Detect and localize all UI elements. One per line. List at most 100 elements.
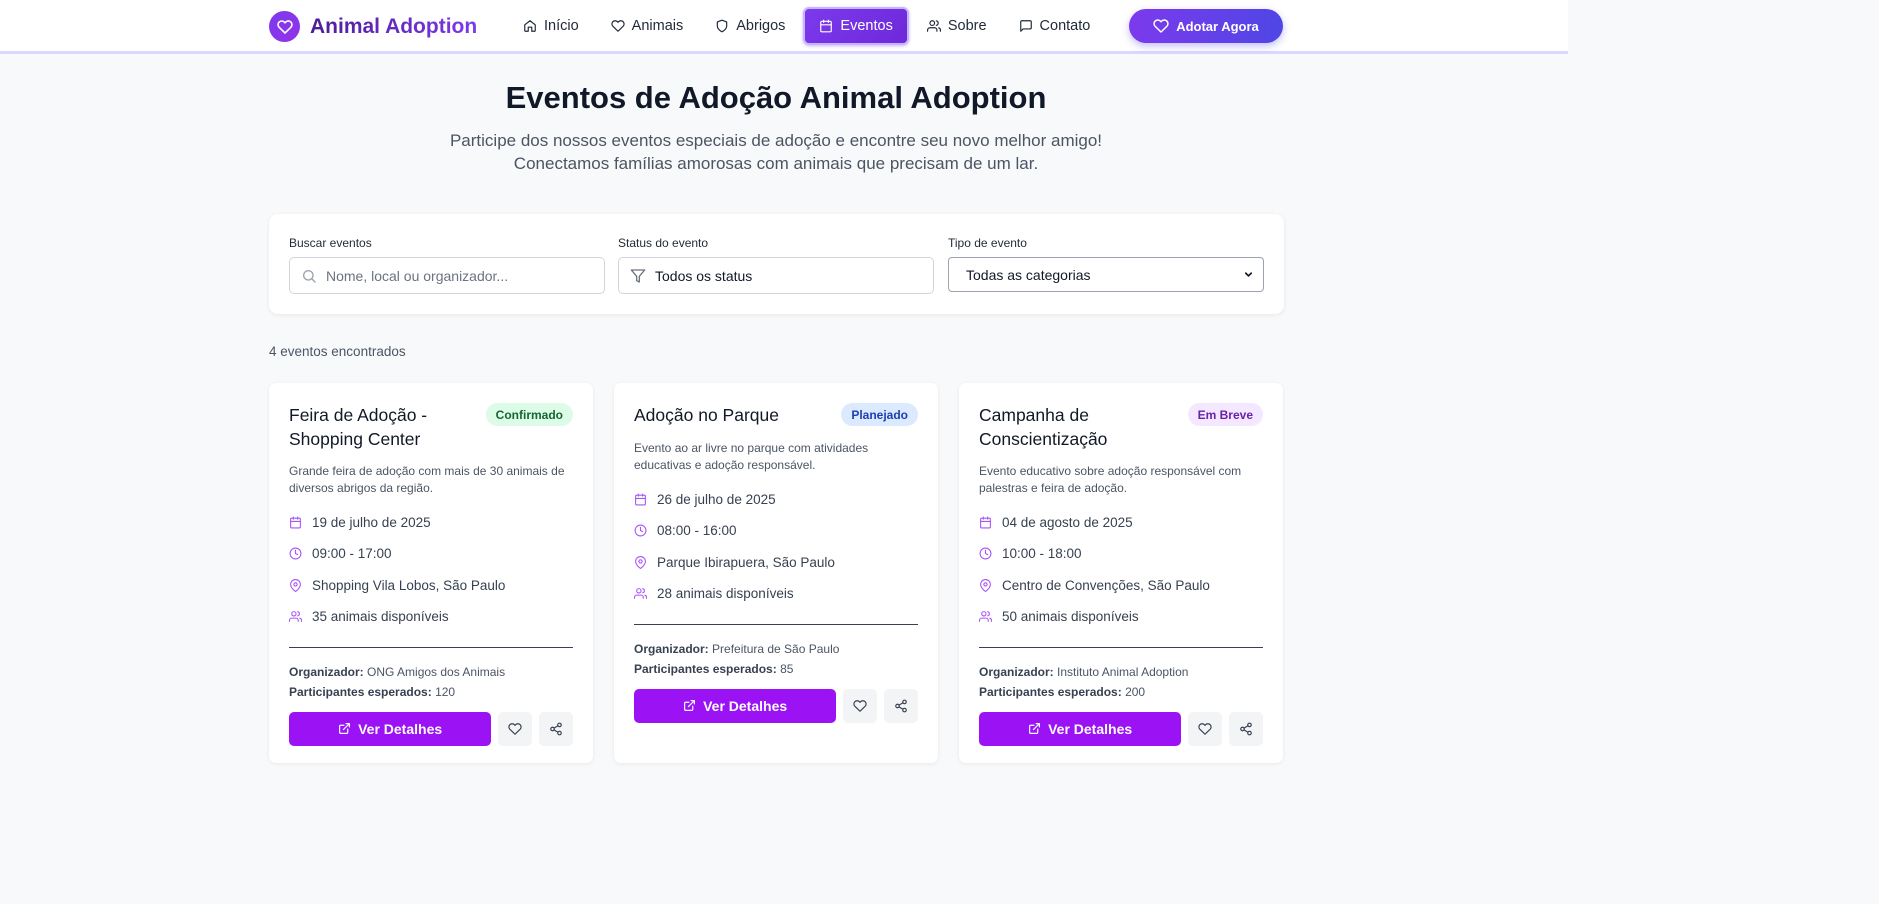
organizer-label: Organizador: (289, 664, 364, 679)
external-link-icon (339, 723, 351, 734)
event-time: 10:00 - 18:00 (979, 544, 1263, 564)
nav-item-animais[interactable]: Animais (597, 7, 698, 45)
calendar-icon (635, 493, 646, 505)
nav-item-label: Animais (631, 18, 684, 34)
event-description: Evento ao ar livre no parque com ativida… (634, 441, 869, 472)
view-details-label: Ver Detalhes (358, 720, 443, 737)
search-filter: Buscar eventos Nome, local ou organizado… (289, 236, 605, 294)
page-title: Eventos de Adoção Animal Adoption (505, 80, 1047, 115)
nav-item-label: Sobre (947, 18, 987, 34)
event-card: Feira de Adoção - Shopping Center Confir… (269, 383, 593, 763)
status-badge: Em Breve (1187, 403, 1263, 426)
clock-icon (634, 524, 647, 537)
event-title: Campanha de Conscientização (979, 405, 1108, 449)
event-body: Evento educativo sobre adoção responsáve… (979, 463, 1263, 746)
event-date-text: 19 de julho de 2025 (312, 514, 431, 530)
event-animals: 28 animais disponíveis (634, 584, 918, 604)
organizer-value: Prefeitura de São Paulo (712, 641, 840, 656)
favorite-button[interactable] (843, 688, 878, 723)
status-filter: Status do evento Todos os status (618, 236, 934, 294)
card-actions: Ver Detalhes (289, 711, 573, 746)
nav-item-label: Abrigos (736, 18, 786, 34)
chevron-down-icon (1244, 272, 1253, 277)
adopt-now-label: Adotar Agora (1176, 18, 1259, 34)
favorite-button[interactable] (498, 711, 533, 746)
event-location: Parque Ibirapuera, São Paulo (634, 552, 918, 572)
type-select[interactable]: Todas as categorias (948, 257, 1264, 292)
nav-item-sobre[interactable]: Sobre (913, 7, 1001, 45)
results-count: 4 eventos encontrados (269, 344, 406, 359)
search-label: Buscar eventos (289, 236, 372, 250)
event-location-text: Shopping Vila Lobos, São Paulo (312, 577, 506, 593)
map-pin-icon (980, 578, 991, 592)
event-title: Feira de Adoção - Shopping Center (289, 405, 428, 449)
participants-row: Participantes esperados: 200 (979, 682, 1263, 702)
event-description: Evento educativo sobre adoção responsáve… (979, 464, 1242, 495)
event-meta: 26 de julho de 2025 08:00 - 16:00 Parque… (634, 489, 918, 604)
home-icon (524, 20, 536, 32)
event-meta: 19 de julho de 2025 09:00 - 17:00 Shoppi… (289, 512, 573, 627)
filters-panel: Buscar eventos Nome, local ou organizado… (269, 214, 1284, 314)
event-time: 09:00 - 17:00 (289, 544, 573, 564)
heart-logo-icon (269, 11, 300, 42)
status-select[interactable]: Todos os status (618, 257, 934, 294)
nav-item-contato[interactable]: Contato (1005, 7, 1105, 45)
organizer-row: Organizador: ONG Amigos dos Animais (289, 662, 573, 682)
calendar-icon (820, 19, 833, 33)
view-details-label: Ver Detalhes (703, 697, 788, 714)
shield-icon (717, 19, 728, 33)
organizer-row: Organizador: Prefeitura de São Paulo (634, 639, 918, 659)
users-icon (634, 588, 647, 599)
share-button[interactable] (539, 711, 573, 746)
event-location: Centro de Convenções, São Paulo (979, 575, 1263, 595)
organizer-row: Organizador: Instituto Animal Adoption (979, 662, 1263, 682)
subtitle-line: Conectamos famílias amorosas com animais… (513, 154, 1039, 173)
participants-label: Participantes esperados: (634, 661, 777, 676)
divider (289, 646, 573, 648)
event-location: Shopping Vila Lobos, São Paulo (289, 575, 573, 595)
search-input[interactable]: Nome, local ou organizador... (289, 257, 605, 294)
search-icon (303, 269, 316, 283)
participants-value: 85 (780, 661, 794, 676)
event-location-text: Parque Ibirapuera, São Paulo (657, 554, 835, 570)
participants-row: Participantes esperados: 85 (634, 659, 918, 679)
clock-icon (289, 547, 302, 560)
event-date: 19 de julho de 2025 (289, 512, 573, 532)
participants-value: 200 (1125, 684, 1146, 699)
heart-icon (611, 20, 625, 32)
users-icon (289, 611, 302, 622)
view-details-button[interactable]: Ver Detalhes (634, 688, 837, 723)
view-details-button[interactable]: Ver Detalhes (289, 711, 492, 746)
nav-item-abrigos[interactable]: Abrigos (701, 7, 799, 45)
nav-item-inicio[interactable]: Início (509, 7, 593, 45)
status-badge: Planejado (841, 403, 918, 426)
card-actions: Ver Detalhes (979, 711, 1263, 746)
view-details-button[interactable]: Ver Detalhes (979, 711, 1182, 746)
subtitle-line: Participe dos nossos eventos especiais d… (449, 131, 1103, 150)
external-link-icon (684, 700, 696, 711)
status-badge: Confirmado (485, 403, 573, 426)
event-date-text: 04 de agosto de 2025 (1002, 514, 1133, 530)
adopt-now-button[interactable]: Adotar Agora (1129, 9, 1283, 43)
nav-item-eventos[interactable]: Eventos (803, 7, 909, 45)
organizer-label: Organizador: (634, 641, 709, 656)
event-time-text: 10:00 - 18:00 (1002, 546, 1082, 561)
card-actions: Ver Detalhes (634, 688, 918, 723)
event-time: 08:00 - 16:00 (634, 521, 918, 541)
nav-item-label: Início (544, 18, 579, 34)
event-info: Organizador: Instituto Animal Adoption P… (979, 662, 1263, 702)
organizer-value: ONG Amigos dos Animais (367, 664, 506, 679)
event-info: Organizador: ONG Amigos dos Animais Part… (289, 662, 573, 702)
search-placeholder: Nome, local ou organizador... (326, 267, 509, 284)
participants-label: Participantes esperados: (289, 684, 432, 699)
share-button[interactable] (884, 688, 918, 723)
map-pin-icon (635, 555, 646, 569)
favorite-button[interactable] (1188, 711, 1223, 746)
share-button[interactable] (1229, 711, 1263, 746)
divider (634, 623, 918, 625)
event-time-text: 08:00 - 16:00 (657, 523, 737, 538)
participants-value: 120 (435, 684, 456, 699)
brand-logo[interactable]: Animal Adoption (269, 11, 477, 42)
event-date: 26 de julho de 2025 (634, 489, 918, 509)
page-subtitle: Participe dos nossos eventos especiais d… (0, 129, 1552, 175)
